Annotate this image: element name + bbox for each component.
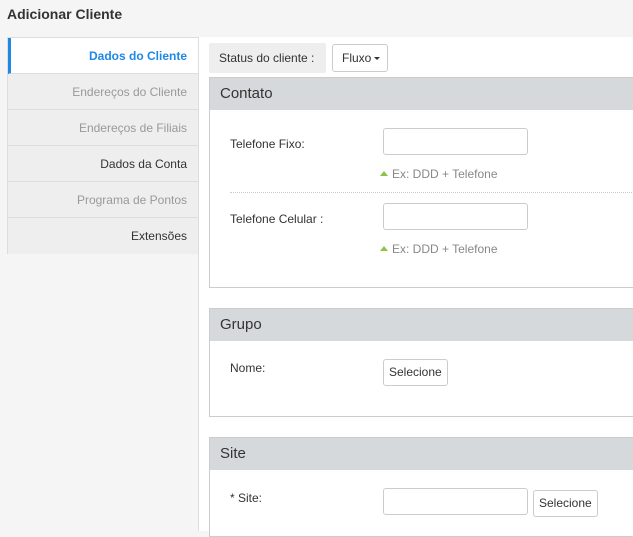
sidebar-tabs: Dados do Cliente Endereços do Cliente En… xyxy=(7,37,198,254)
contato-header: Contato xyxy=(210,78,633,110)
page-title: Adicionar Cliente xyxy=(7,6,123,22)
telefone-celular-input[interactable] xyxy=(383,203,528,230)
telefone-fixo-hint-text: Ex: DDD + Telefone xyxy=(392,167,498,181)
site-label: * Site: xyxy=(230,491,263,505)
status-label: Status do cliente : xyxy=(209,43,326,73)
grupo-header: Grupo xyxy=(210,309,633,341)
tab-dados-da-conta[interactable]: Dados da Conta xyxy=(8,146,198,182)
telefone-celular-hint: Ex: DDD + Telefone xyxy=(380,242,498,256)
status-dropdown[interactable]: Fluxo xyxy=(332,44,388,72)
contato-panel: Contato Telefone Fixo: Ex: DDD + Telefon… xyxy=(209,77,633,288)
site-panel: Site * Site: Selecione xyxy=(209,437,633,537)
telefone-celular-hint-text: Ex: DDD + Telefone xyxy=(392,242,498,256)
field-divider xyxy=(230,192,633,193)
telefone-fixo-hint: Ex: DDD + Telefone xyxy=(380,167,498,181)
status-dropdown-value: Fluxo xyxy=(342,51,372,65)
hint-arrow-icon xyxy=(380,171,388,176)
tab-enderecos-do-cliente[interactable]: Endereços do Cliente xyxy=(8,74,198,110)
tab-programa-de-pontos[interactable]: Programa de Pontos xyxy=(8,182,198,218)
telefone-fixo-input[interactable] xyxy=(383,128,528,155)
grupo-select-button[interactable]: Selecione xyxy=(383,359,448,386)
grupo-nome-label: Nome: xyxy=(230,361,266,375)
caret-down-icon xyxy=(374,57,381,61)
grupo-panel: Grupo Nome: Selecione xyxy=(209,308,633,417)
site-input[interactable] xyxy=(383,488,528,515)
telefone-celular-label: Telefone Celular : xyxy=(230,212,324,226)
site-select-button[interactable]: Selecione xyxy=(533,490,598,517)
hint-arrow-icon xyxy=(380,246,388,251)
site-header: Site xyxy=(210,438,633,470)
tab-dados-do-cliente[interactable]: Dados do Cliente xyxy=(8,38,198,74)
telefone-fixo-label: Telefone Fixo: xyxy=(230,137,305,151)
tab-extensoes[interactable]: Extensões xyxy=(8,218,198,254)
tab-enderecos-de-filiais[interactable]: Endereços de Filiais xyxy=(8,110,198,146)
main-content: Status do cliente : Fluxo Contato Telefo… xyxy=(198,37,633,537)
